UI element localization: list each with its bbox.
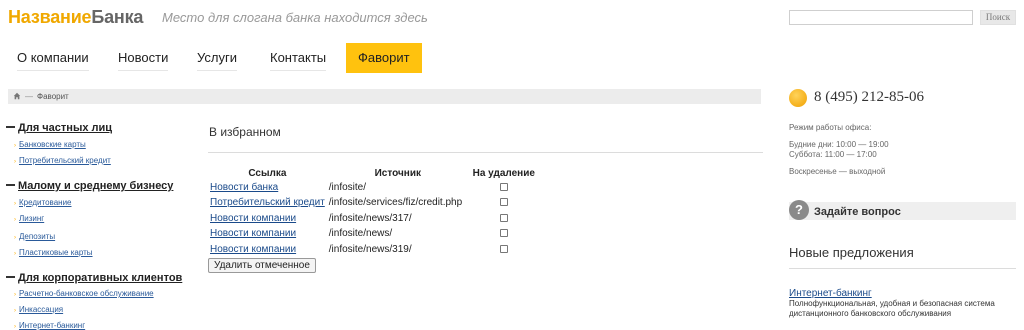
bank-slogan: Место для слогана банка находится здесь	[162, 10, 428, 25]
delete-checkbox[interactable]	[499, 213, 508, 222]
table-header-row: Ссылка Источник На удаление	[208, 167, 539, 180]
sidebar-section-title[interactable]: Малому и среднему бизнесу	[6, 180, 173, 192]
nav-item-contacts[interactable]: Контакты	[270, 43, 327, 73]
sidebar-section-title[interactable]: Для корпоративных клиентов	[6, 272, 182, 284]
office-hours-title: Режим работы офиса:	[789, 123, 872, 132]
favorite-source: /infosite/services/fiz/credit.php	[328, 197, 463, 209]
table-row: Новости компании /infosite/news/317/	[208, 211, 539, 227]
phone-icon	[789, 89, 807, 107]
sidebar-section-corporate: Для корпоративных клиентов	[6, 272, 182, 284]
dash-icon	[6, 276, 15, 278]
hours-weekdays: Будние дни: 10:00 — 19:00	[789, 140, 889, 149]
bullet-icon: ›	[14, 308, 16, 314]
breadcrumb-separator: —	[25, 92, 33, 101]
favorites-table: Ссылка Источник На удаление Новости банк…	[208, 167, 539, 258]
sidebar-item-collection[interactable]: › Инкассация	[14, 305, 63, 314]
favorite-source: /infosite/	[328, 181, 367, 193]
nav-item-about[interactable]: О компании	[17, 43, 89, 73]
breadcrumb: — Фаворит	[8, 89, 761, 104]
search-button[interactable]: Поиск	[980, 10, 1016, 25]
sidebar-item-bank-cards[interactable]: › Банковские карты	[14, 140, 86, 149]
sidebar-section-title[interactable]: Для частных лиц	[6, 122, 112, 134]
sidebar-item-leasing[interactable]: › Лизинг	[14, 214, 44, 223]
favorite-link[interactable]: Новости компании	[210, 228, 296, 239]
favorite-link[interactable]: Новости компании	[210, 213, 296, 224]
logo-part-1: Название	[8, 7, 92, 27]
column-header-source: Источник	[374, 167, 421, 179]
divider	[208, 152, 763, 153]
nav-item-services[interactable]: Услуги	[197, 43, 237, 73]
phone-number: 8 (495) 212-85-06	[814, 89, 924, 105]
favorite-source: /infosite/news/319/	[328, 243, 412, 255]
bullet-icon: ›	[14, 217, 16, 223]
column-header-link: Ссылка	[248, 167, 287, 179]
table-row: Новости банка /infosite/	[208, 180, 539, 196]
bullet-icon: ›	[14, 324, 16, 330]
bullet-icon: ›	[14, 143, 16, 149]
logo-part-2: Банка	[91, 7, 144, 27]
offer-link[interactable]: Интернет-банкинг	[789, 288, 872, 299]
hours-sunday: Воскресенье — выходной	[789, 167, 886, 176]
sidebar-section-private: Для частных лиц	[6, 122, 112, 134]
delete-checkbox[interactable]	[499, 198, 508, 207]
favorite-source: /infosite/news/317/	[328, 212, 412, 224]
sidebar-item-plastic-cards[interactable]: › Пластиковые карты	[14, 248, 93, 257]
table-row: Новости компании /infosite/news/	[208, 227, 539, 243]
table-row: Новости компании /infosite/news/319/	[208, 242, 539, 258]
sidebar-item-consumer-credit[interactable]: › Потребительский кредит	[14, 156, 111, 165]
bullet-icon: ›	[14, 292, 16, 298]
bullet-icon: ›	[14, 251, 16, 257]
sidebar-item-lending[interactable]: › Кредитование	[14, 198, 72, 207]
ask-question-label[interactable]: Задайте вопрос	[814, 206, 901, 218]
sidebar-section-smb: Малому и среднему бизнесу	[6, 180, 173, 192]
nav-item-favorite[interactable]: Фаворит	[346, 43, 422, 73]
offer-description: Полнофункциональная, удобная и безопасна…	[789, 299, 995, 318]
bullet-icon: ›	[14, 201, 16, 207]
divider	[789, 268, 1016, 269]
favorite-link[interactable]: Потребительский кредит	[210, 197, 325, 208]
question-icon[interactable]: ?	[789, 200, 809, 220]
bullet-icon: ›	[14, 235, 16, 241]
bullet-icon: ›	[14, 159, 16, 165]
delete-checkbox[interactable]	[499, 244, 508, 253]
sidebar-item-settlement[interactable]: › Расчетно-банковское обслуживание	[14, 289, 154, 298]
delete-checkbox[interactable]	[499, 229, 508, 238]
nav-item-news[interactable]: Новости	[118, 43, 169, 73]
delete-checkbox[interactable]	[499, 182, 508, 191]
dash-icon	[6, 126, 15, 128]
column-header-delete: На удаление	[472, 167, 535, 179]
bank-logo[interactable]: НазваниеБанка	[8, 7, 143, 28]
sidebar-item-internet-banking[interactable]: › Интернет-банкинг	[14, 321, 85, 330]
offers-title: Новые предложения	[789, 245, 914, 260]
home-icon[interactable]	[13, 92, 21, 100]
table-row: Потребительский кредит /infosite/service…	[208, 196, 539, 212]
search-input[interactable]	[789, 10, 973, 25]
sidebar-item-deposits[interactable]: › Депозиты	[14, 232, 55, 241]
favorite-source: /infosite/news/	[328, 228, 393, 240]
delete-selected-button[interactable]: Удалить отмеченное	[208, 258, 316, 273]
favorite-link[interactable]: Новости банка	[210, 182, 278, 193]
breadcrumb-current: Фаворит	[37, 92, 69, 101]
favorite-link[interactable]: Новости компании	[210, 244, 296, 255]
page-title: В избранном	[209, 125, 281, 139]
hours-saturday: Суббота: 11:00 — 17:00	[789, 150, 877, 159]
dash-icon	[6, 184, 15, 186]
